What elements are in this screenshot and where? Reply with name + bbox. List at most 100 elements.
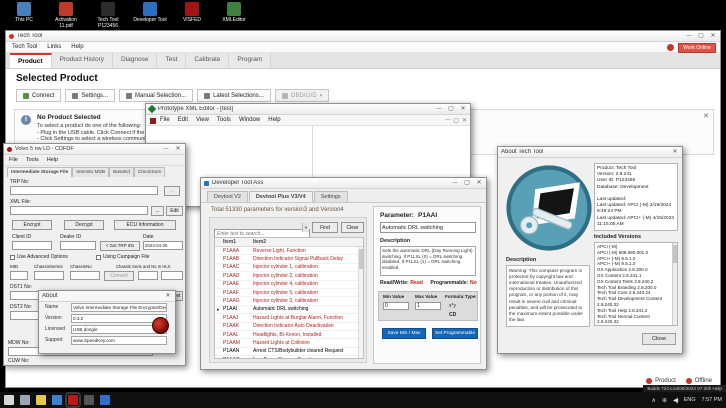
desktop-icon[interactable]: XMLEditor: [216, 2, 252, 29]
parameter-row[interactable]: P1AAB Direction Indicator Signal Pullbac…: [215, 255, 363, 263]
toolbar-button[interactable]: Manual Selection...: [119, 89, 193, 102]
parameter-row[interactable]: P1AAJ Hazard Lights at Burglar Alarm, Fu…: [215, 314, 363, 322]
min-value-input[interactable]: [383, 302, 409, 310]
main-tab[interactable]: Diagnose: [113, 53, 157, 68]
included-versions-list[interactable]: APCI (-M)APCI (-M) 606.080.001.0APCI+ (-…: [594, 242, 678, 326]
ecu-information-button[interactable]: ECU Information: [114, 220, 176, 230]
parameter-row[interactable]: P1AAE Injector cylinder 4, calibration: [215, 281, 363, 289]
set-programmable-button[interactable]: Set Programmable: [432, 328, 478, 339]
menu-item[interactable]: Tools: [217, 117, 231, 123]
menu-item[interactable]: Window: [239, 117, 260, 123]
parameter-row[interactable]: P1AAF Injector cylinder 5, calibration: [215, 289, 363, 297]
close-button[interactable]: [475, 177, 483, 189]
menu-item[interactable]: Help: [47, 157, 58, 163]
encrypt-button[interactable]: Encrypt: [12, 220, 52, 230]
toolbar-button[interactable]: Connect: [16, 89, 61, 102]
minimize-button[interactable]: [162, 143, 170, 155]
minimize-button[interactable]: [685, 30, 693, 42]
table-scrollbar[interactable]: [358, 247, 363, 358]
parameter-row[interactable]: P1AAN Arrest CTS/Bodybuilder cleared Req…: [215, 348, 363, 356]
desktop-icon[interactable]: Tech Tool P123456: [90, 2, 126, 29]
dealer-id-input[interactable]: [60, 241, 96, 250]
devtool-tab[interactable]: Settings: [314, 191, 348, 202]
parameter-row[interactable]: P1AAO Low Beam Stay-on, Function: [215, 356, 363, 359]
save-min-max-button[interactable]: Save Min / Max: [382, 328, 426, 339]
chassis-no-input[interactable]: [70, 271, 100, 280]
menu-item[interactable]: Help: [268, 117, 280, 123]
desktop-icon[interactable]: This PC: [6, 2, 42, 29]
menu-item[interactable]: Tech Tool: [12, 44, 37, 50]
xml-file-input[interactable]: [10, 206, 148, 215]
storage-tab[interactable]: Intermediate Storage File: [7, 167, 72, 177]
visfed-taskbar-icon[interactable]: [68, 395, 78, 405]
desktop-icon[interactable]: Developer Tool: [132, 2, 168, 29]
notice-close-icon[interactable]: ✕: [703, 112, 709, 120]
find-button[interactable]: Find: [312, 222, 338, 233]
trp-browse-button[interactable]: ...: [164, 186, 180, 196]
max-value-input[interactable]: [415, 302, 441, 310]
campaign-file-checkbox[interactable]: Using Campaign File: [96, 254, 149, 260]
devtool-tab[interactable]: Devtool V2: [207, 191, 248, 202]
toolbar-button[interactable]: Settings...: [65, 89, 115, 102]
chassis-serie-hlx-input[interactable]: [138, 271, 158, 280]
file-explorer-icon[interactable]: [36, 395, 46, 405]
versions-scrollbar[interactable]: [672, 243, 677, 325]
parameter-row[interactable]: P1AAD Injector cylinder 2, calibration: [215, 272, 363, 280]
combo-dropdown-icon[interactable]: ▼: [302, 223, 309, 232]
parameter-row[interactable]: P1AAM Hazard Lights at Collision: [215, 339, 363, 347]
parameter-row[interactable]: P1AAK Direction Indicator Auto Deactivat…: [215, 323, 363, 331]
close-button[interactable]: [164, 290, 172, 302]
trp-no-input[interactable]: [10, 186, 158, 195]
clear-button[interactable]: Clear: [341, 222, 364, 233]
language-indicator[interactable]: ENG: [684, 397, 696, 403]
minimize-button[interactable]: [435, 103, 443, 115]
parameter-row[interactable]: P1AAG Injector cylinder 3, calibration: [215, 297, 363, 305]
pinned-app-icon[interactable]: [20, 395, 30, 405]
child-minimize-button[interactable]: [445, 117, 450, 124]
parameter-row[interactable]: P1AAC Injector cylinder 1, calibration: [215, 264, 363, 272]
work-online-button[interactable]: Work Online: [678, 43, 716, 53]
toolbar-button[interactable]: OBD/LVD: [275, 89, 329, 102]
menu-item[interactable]: Tools: [26, 157, 39, 163]
menu-item[interactable]: Help: [71, 44, 83, 50]
tray-expand-icon[interactable]: [652, 397, 656, 404]
toolbar-button[interactable]: Latest Selections...: [197, 89, 271, 102]
advanced-options-checkbox[interactable]: Use Advanced Options: [10, 254, 68, 260]
storage-tab[interactable]: CheckSum: [134, 167, 165, 177]
chassis-no-hlx-input[interactable]: [161, 271, 183, 280]
menu-item[interactable]: Edit: [178, 117, 188, 123]
close-button[interactable]: [459, 103, 467, 115]
client-id-input[interactable]: [12, 241, 52, 250]
clock[interactable]: 7:57 PM: [702, 397, 722, 403]
menu-item[interactable]: View: [196, 117, 209, 123]
storage-tab[interactable]: InterSto MDB: [72, 167, 109, 177]
desktop-icon[interactable]: VISFED: [174, 2, 210, 29]
volume-icon[interactable]: [673, 397, 678, 404]
child-restore-button[interactable]: [453, 117, 459, 124]
main-tab[interactable]: Product History: [52, 53, 113, 68]
start-button[interactable]: [4, 395, 14, 405]
parameter-row[interactable]: P1AAA Reverse Light, Function: [215, 247, 363, 255]
xml-browse-button[interactable]: ...: [151, 206, 164, 216]
get-trp-ids-button[interactable]: < Get TRP IDs: [100, 241, 140, 251]
developer-tool-taskbar-icon[interactable]: [52, 395, 62, 405]
chassis-series-input[interactable]: [34, 271, 64, 280]
menu-item[interactable]: File: [9, 157, 18, 163]
devtool-tab[interactable]: Devtool Plus V3/V4: [249, 191, 313, 202]
tech-tool-taskbar-icon[interactable]: [84, 395, 94, 405]
storage-tab[interactable]: BaseEd: [109, 167, 134, 177]
decrypt-button[interactable]: Decrypt: [64, 220, 104, 230]
maximize-button[interactable]: [447, 103, 455, 115]
close-dialog-button[interactable]: Close: [642, 333, 676, 345]
maximize-button[interactable]: [463, 177, 471, 189]
main-tab[interactable]: Test: [157, 53, 186, 68]
close-button[interactable]: [174, 143, 182, 155]
network-icon[interactable]: [662, 397, 667, 404]
convert-button[interactable]: Convert: [104, 271, 134, 281]
main-tab[interactable]: Product: [10, 53, 52, 68]
menu-item[interactable]: Links: [47, 44, 61, 50]
close-button[interactable]: [671, 146, 679, 158]
xml-editor-taskbar-icon[interactable]: [100, 395, 110, 405]
parameter-row[interactable]: P1AAI Automatic DRL switching: [215, 306, 363, 314]
child-close-button[interactable]: [462, 117, 467, 124]
